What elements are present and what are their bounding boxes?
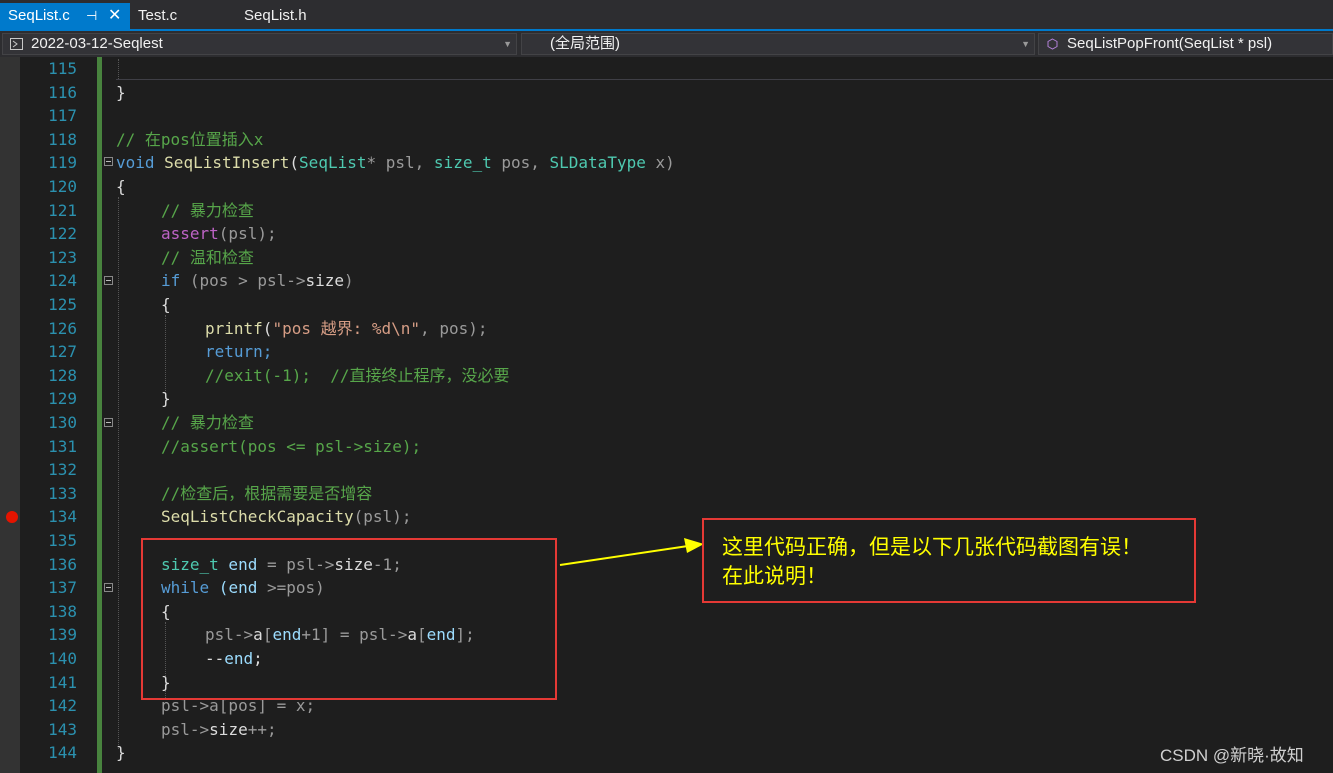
annotation-line-2: 在此说明！ <box>722 565 827 588</box>
annotation-arrow <box>559 538 704 566</box>
annotation-text: 这里代码正确，但是以下几张代码截图有误！ 在此说明！ <box>722 533 1182 591</box>
watermark: CSDN @新晓·故知 <box>1160 746 1304 765</box>
annotation-line-1: 这里代码正确，但是以下几张代码截图有误！ <box>722 536 1142 559</box>
